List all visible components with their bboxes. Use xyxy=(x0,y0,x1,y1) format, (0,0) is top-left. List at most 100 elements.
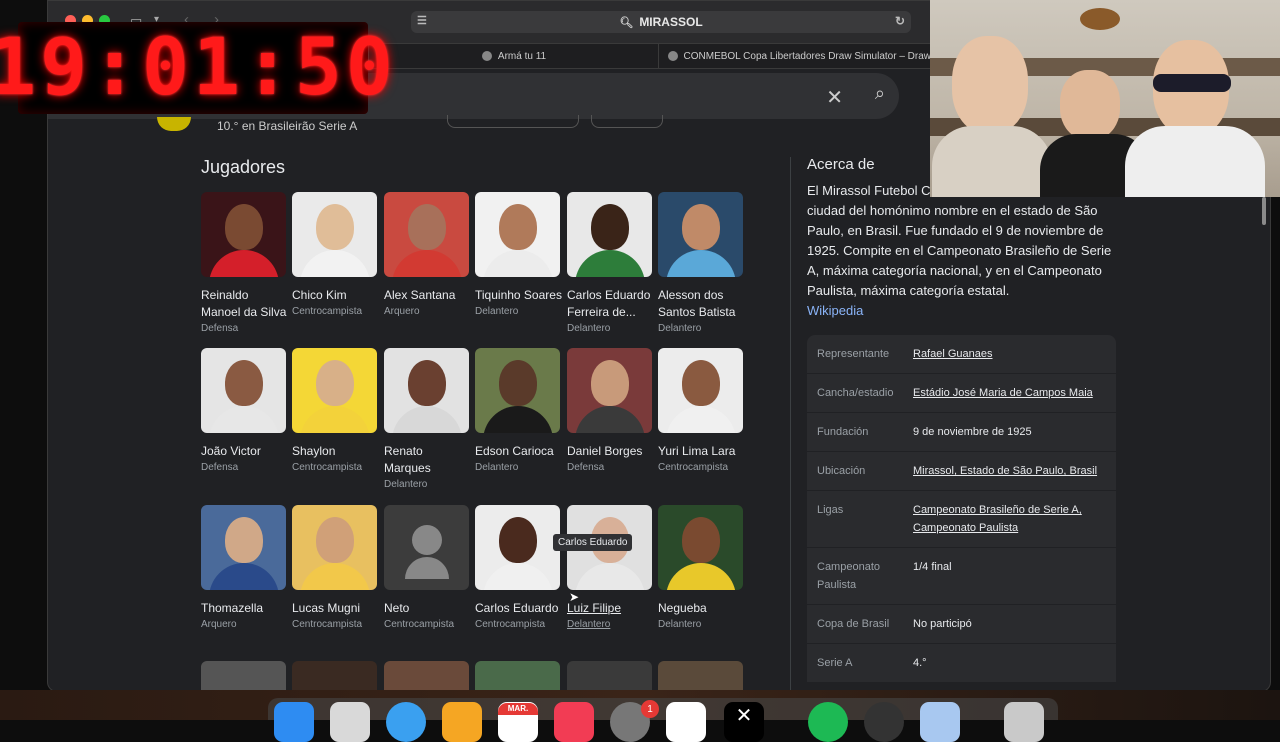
search-icon[interactable]: ⌕ xyxy=(875,83,885,104)
player-name[interactable]: Tiquinho Soares xyxy=(475,287,563,304)
player-photo[interactable] xyxy=(567,348,652,433)
player-photo[interactable] xyxy=(384,348,469,433)
player-photo[interactable] xyxy=(201,192,286,277)
player-photo[interactable] xyxy=(384,192,469,277)
player-photo[interactable] xyxy=(567,192,652,277)
player-name[interactable]: Renato Marques xyxy=(384,443,472,477)
player-photo[interactable] xyxy=(292,192,377,277)
player-card[interactable]: Renato Marques Delantero xyxy=(384,348,472,490)
player-card[interactable]: Daniel Borges Defensa xyxy=(567,348,655,473)
player-card[interactable]: Tiquinho Soares Delantero xyxy=(475,192,563,317)
player-photo[interactable] xyxy=(475,505,560,590)
scrollbar-thumb[interactable] xyxy=(1262,197,1266,225)
fact-row: Fundación 9 de noviembre de 1925 xyxy=(807,413,1116,452)
clear-icon[interactable]: ✕ xyxy=(826,85,843,110)
player-name[interactable]: Alex Santana xyxy=(384,287,472,304)
player-photo-partial[interactable] xyxy=(201,661,286,691)
launchpad-icon[interactable] xyxy=(330,702,370,742)
safari-icon[interactable] xyxy=(386,702,426,742)
player-card[interactable]: Neto Centrocampista xyxy=(384,505,472,630)
gear-icon xyxy=(667,51,678,61)
tab-conmebol[interactable]: CONMEBOL Copa Libertadores Draw Simulato… xyxy=(658,44,949,68)
player-card[interactable]: Carlos Eduardo Ferreira de... Delantero xyxy=(567,192,655,334)
player-role: Delantero xyxy=(475,306,519,317)
player-name[interactable]: Shaylon xyxy=(292,443,380,460)
trash-icon[interactable] xyxy=(1004,702,1044,742)
player-name[interactable]: Carlos Eduardo Ferreira de... xyxy=(567,287,655,321)
player-name[interactable]: João Victor xyxy=(201,443,289,460)
player-name[interactable]: Yuri Lima Lara xyxy=(658,443,746,460)
player-card[interactable]: Lucas Mugni Centrocampista xyxy=(292,505,380,630)
fact-value: 9 de noviembre de 1925 xyxy=(913,426,1032,438)
player-name[interactable]: Daniel Borges xyxy=(567,443,655,460)
player-photo[interactable] xyxy=(658,192,743,277)
player-card[interactable]: Alesson dos Santos Batista Delantero xyxy=(658,192,746,334)
player-photo[interactable] xyxy=(292,348,377,433)
player-photo[interactable] xyxy=(201,505,286,590)
player-photo[interactable] xyxy=(658,348,743,433)
tab-label: Armá tu 11 xyxy=(497,50,547,62)
address-bar[interactable]: ☰ 🔍︎ MIRASSOL ↻ xyxy=(411,11,911,33)
player-card[interactable]: Negueba Delantero xyxy=(658,505,746,630)
fact-value[interactable]: Estádio José Maria de Campos Maia xyxy=(913,384,1106,402)
player-name[interactable]: Luiz Filipe xyxy=(567,600,655,617)
player-photo-partial[interactable] xyxy=(567,661,652,691)
fact-value[interactable]: Mirassol, Estado de São Paulo, Brasil xyxy=(913,462,1106,480)
fact-key: Representante xyxy=(817,348,890,360)
player-name[interactable]: Edson Carioca xyxy=(475,443,563,460)
calendar-icon[interactable]: MAR. xyxy=(498,702,538,742)
player-name[interactable]: Thomazella xyxy=(201,600,289,617)
wikipedia-link[interactable]: Wikipedia xyxy=(807,303,863,318)
fact-value: No participó xyxy=(913,618,972,630)
preview-icon[interactable] xyxy=(920,702,960,742)
player-name[interactable]: Neto xyxy=(384,600,472,617)
player-photo-partial[interactable] xyxy=(475,661,560,691)
player-role: Arquero xyxy=(201,619,237,630)
player-card[interactable]: Edson Carioca Delantero xyxy=(475,348,563,473)
player-role: Centrocampista xyxy=(292,306,363,317)
player-photo[interactable] xyxy=(292,505,377,590)
player-photo-partial[interactable] xyxy=(384,661,469,691)
spotify-icon[interactable] xyxy=(808,702,848,742)
player-card[interactable]: Yuri Lima Lara Centrocampista xyxy=(658,348,746,473)
tab-arma-tu-11[interactable]: Armá tu 11 xyxy=(368,44,659,68)
player-name[interactable]: Alesson dos Santos Batista xyxy=(658,287,746,321)
reader-icon[interactable]: ☰ xyxy=(417,14,427,27)
player-name[interactable]: Carlos Eduardo xyxy=(475,600,563,617)
fact-value[interactable]: Rafael Guanaes xyxy=(913,345,1106,363)
about-description: El Mirassol Futebol Clube es un club de … xyxy=(807,181,1117,321)
fact-value[interactable]: Campeonato Brasileño de Serie A, Campeon… xyxy=(913,501,1106,537)
fact-key: Ligas xyxy=(817,504,844,516)
player-photo[interactable] xyxy=(475,348,560,433)
player-role: Defensa xyxy=(567,462,605,473)
person-placeholder-icon[interactable] xyxy=(384,505,469,590)
finder-icon[interactable] xyxy=(274,702,314,742)
player-name[interactable]: Lucas Mugni xyxy=(292,600,380,617)
player-photo[interactable] xyxy=(201,348,286,433)
player-photo-partial[interactable] xyxy=(658,661,743,691)
player-name[interactable]: Negueba xyxy=(658,600,746,617)
player-name[interactable]: Reinaldo Manoel da Silva xyxy=(201,287,289,321)
player-card[interactable]: Shaylon Centrocampista xyxy=(292,348,380,473)
player-card[interactable]: Reinaldo Manoel da Silva Defensa xyxy=(201,192,289,334)
player-card[interactable]: Thomazella Arquero xyxy=(201,505,289,630)
slack-icon[interactable] xyxy=(666,702,706,742)
x-icon[interactable]: ✕ xyxy=(724,702,764,742)
player-card[interactable]: Chico Kim Centrocampista xyxy=(292,192,380,317)
player-role: Centrocampista xyxy=(475,619,546,630)
player-card[interactable]: João Victor Defensa xyxy=(201,348,289,473)
chip[interactable] xyxy=(447,115,579,128)
knowledge-header-peek: 10.° en Brasileirão Serie A xyxy=(151,115,671,133)
obs-icon[interactable] xyxy=(864,702,904,742)
player-card[interactable]: Luiz Filipe Delantero xyxy=(567,505,655,630)
reload-icon[interactable]: ↻ xyxy=(895,14,905,28)
player-card[interactable]: Alex Santana Arquero xyxy=(384,192,472,317)
music-icon[interactable] xyxy=(554,702,594,742)
chip[interactable] xyxy=(591,115,663,128)
photos-icon[interactable] xyxy=(442,702,482,742)
player-card[interactable]: Carlos Eduardo Centrocampista xyxy=(475,505,563,630)
player-name[interactable]: Chico Kim xyxy=(292,287,380,304)
player-photo[interactable] xyxy=(658,505,743,590)
player-photo[interactable] xyxy=(475,192,560,277)
player-photo-partial[interactable] xyxy=(292,661,377,691)
